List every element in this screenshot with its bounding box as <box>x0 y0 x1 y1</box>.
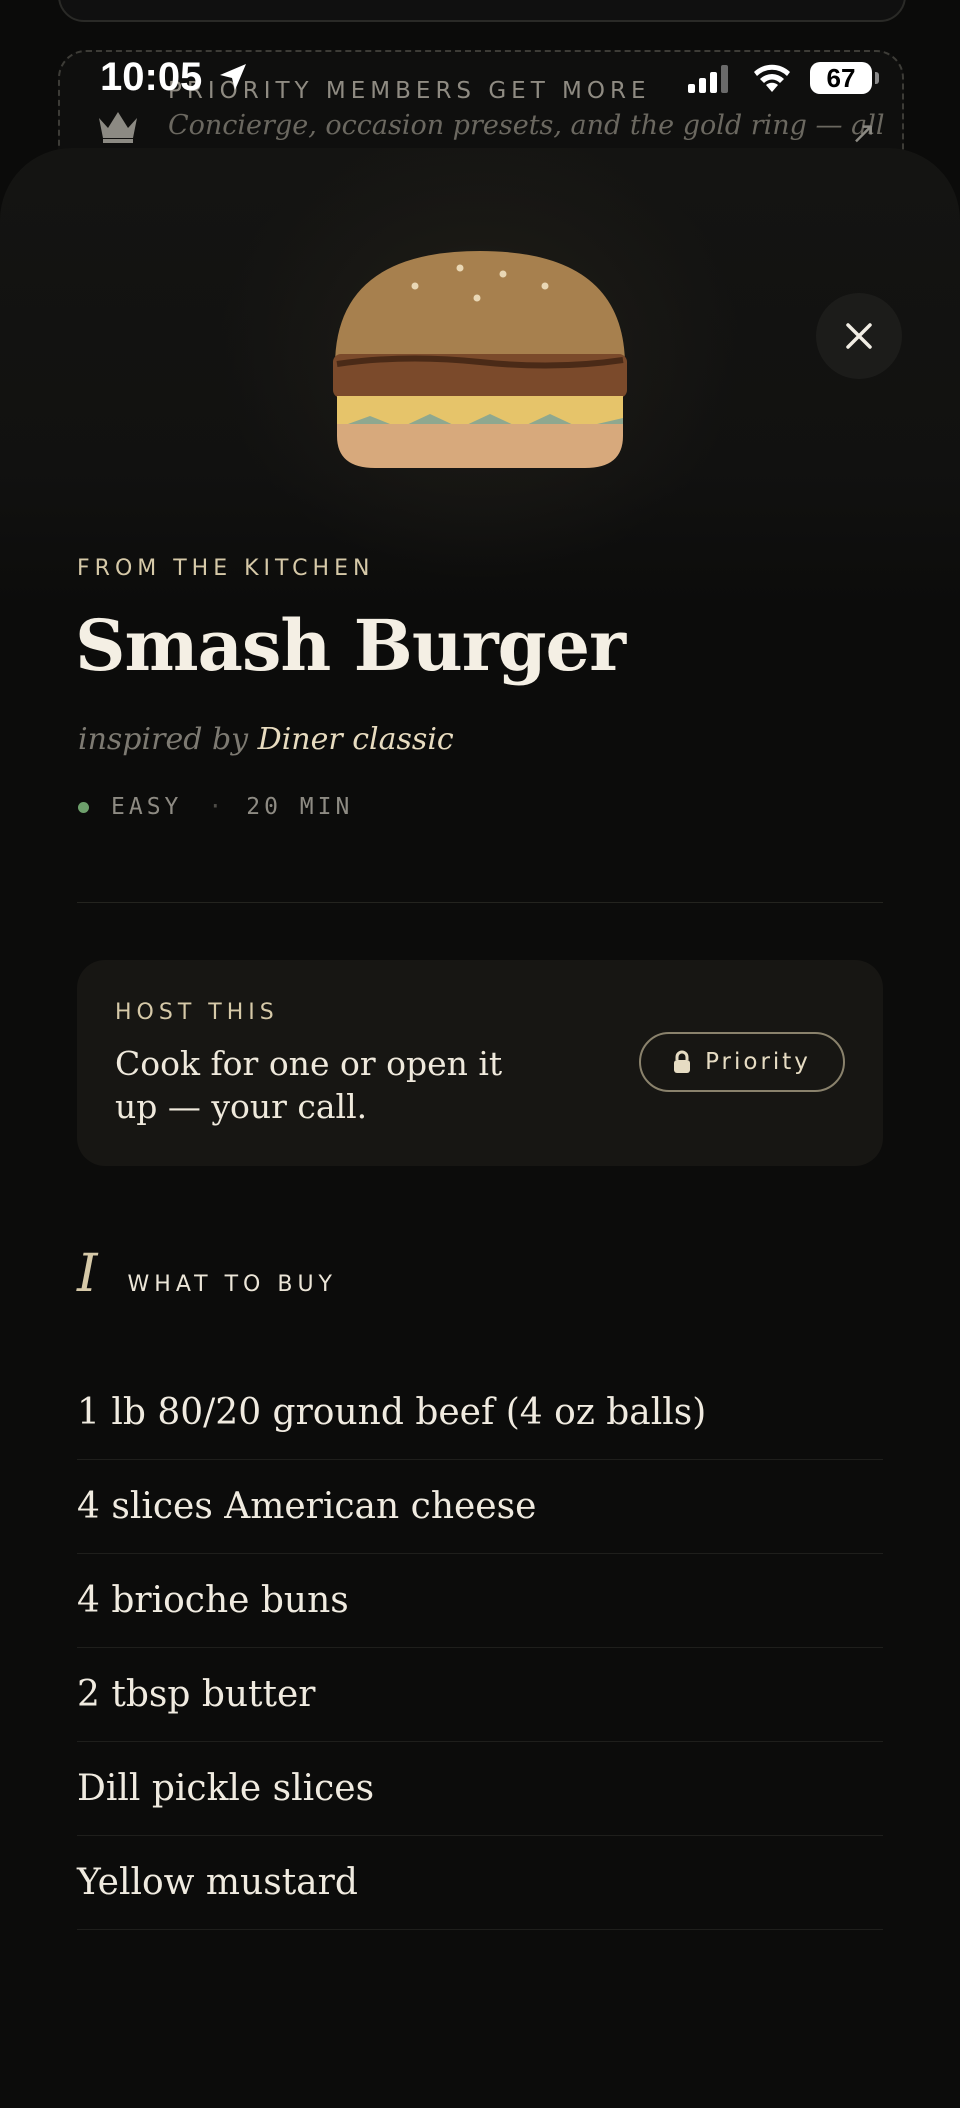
priority-button-label: Priority <box>705 1049 811 1075</box>
status-time: 10:05 <box>100 55 203 99</box>
section-title: WHAT TO BUY <box>127 1272 337 1297</box>
host-card-label: HOST THIS <box>115 1000 279 1025</box>
list-item: 4 brioche buns <box>77 1554 883 1648</box>
host-card: HOST THIS Cook for one or open it up — y… <box>77 960 883 1166</box>
status-bar: 10:05 67 <box>0 52 960 102</box>
lock-icon <box>674 1050 691 1073</box>
host-card-text: Cook for one or open it up — your call. <box>115 1044 503 1126</box>
inspired-source: Diner classic <box>257 722 454 757</box>
recipe-eyebrow: FROM THE KITCHEN <box>77 556 375 581</box>
inspired-by-line: inspired by Diner classic <box>78 722 454 757</box>
difficulty-label: EASY <box>111 794 183 820</box>
list-item: Dill pickle slices <box>77 1742 883 1836</box>
ingredient-list: 1 lb 80/20 ground beef (4 oz balls) 4 sl… <box>77 1366 883 1930</box>
priority-button[interactable]: Priority <box>639 1032 845 1092</box>
list-item: 4 slices American cheese <box>77 1460 883 1554</box>
list-item: 1 lb 80/20 ground beef (4 oz balls) <box>77 1366 883 1460</box>
recipe-title: Smash Burger <box>75 604 626 687</box>
cellular-signal-icon <box>688 65 728 93</box>
inspired-prefix: inspired by <box>78 722 249 757</box>
meta-separator: · <box>208 794 227 820</box>
list-item: 2 tbsp butter <box>77 1648 883 1742</box>
difficulty-indicator-dot <box>78 801 89 813</box>
list-item: Yellow mustard <box>77 1836 883 1930</box>
battery-icon: 67 <box>810 62 879 94</box>
section-divider <box>77 902 883 903</box>
duration-label: 20 MIN <box>246 794 354 820</box>
recipe-meta: EASY · 20 MIN <box>78 794 353 820</box>
location-arrow-icon <box>220 64 246 90</box>
section-numeral: I <box>77 1244 98 1304</box>
wifi-icon <box>754 64 790 92</box>
what-to-buy-header: I WHAT TO BUY <box>77 1244 337 1304</box>
